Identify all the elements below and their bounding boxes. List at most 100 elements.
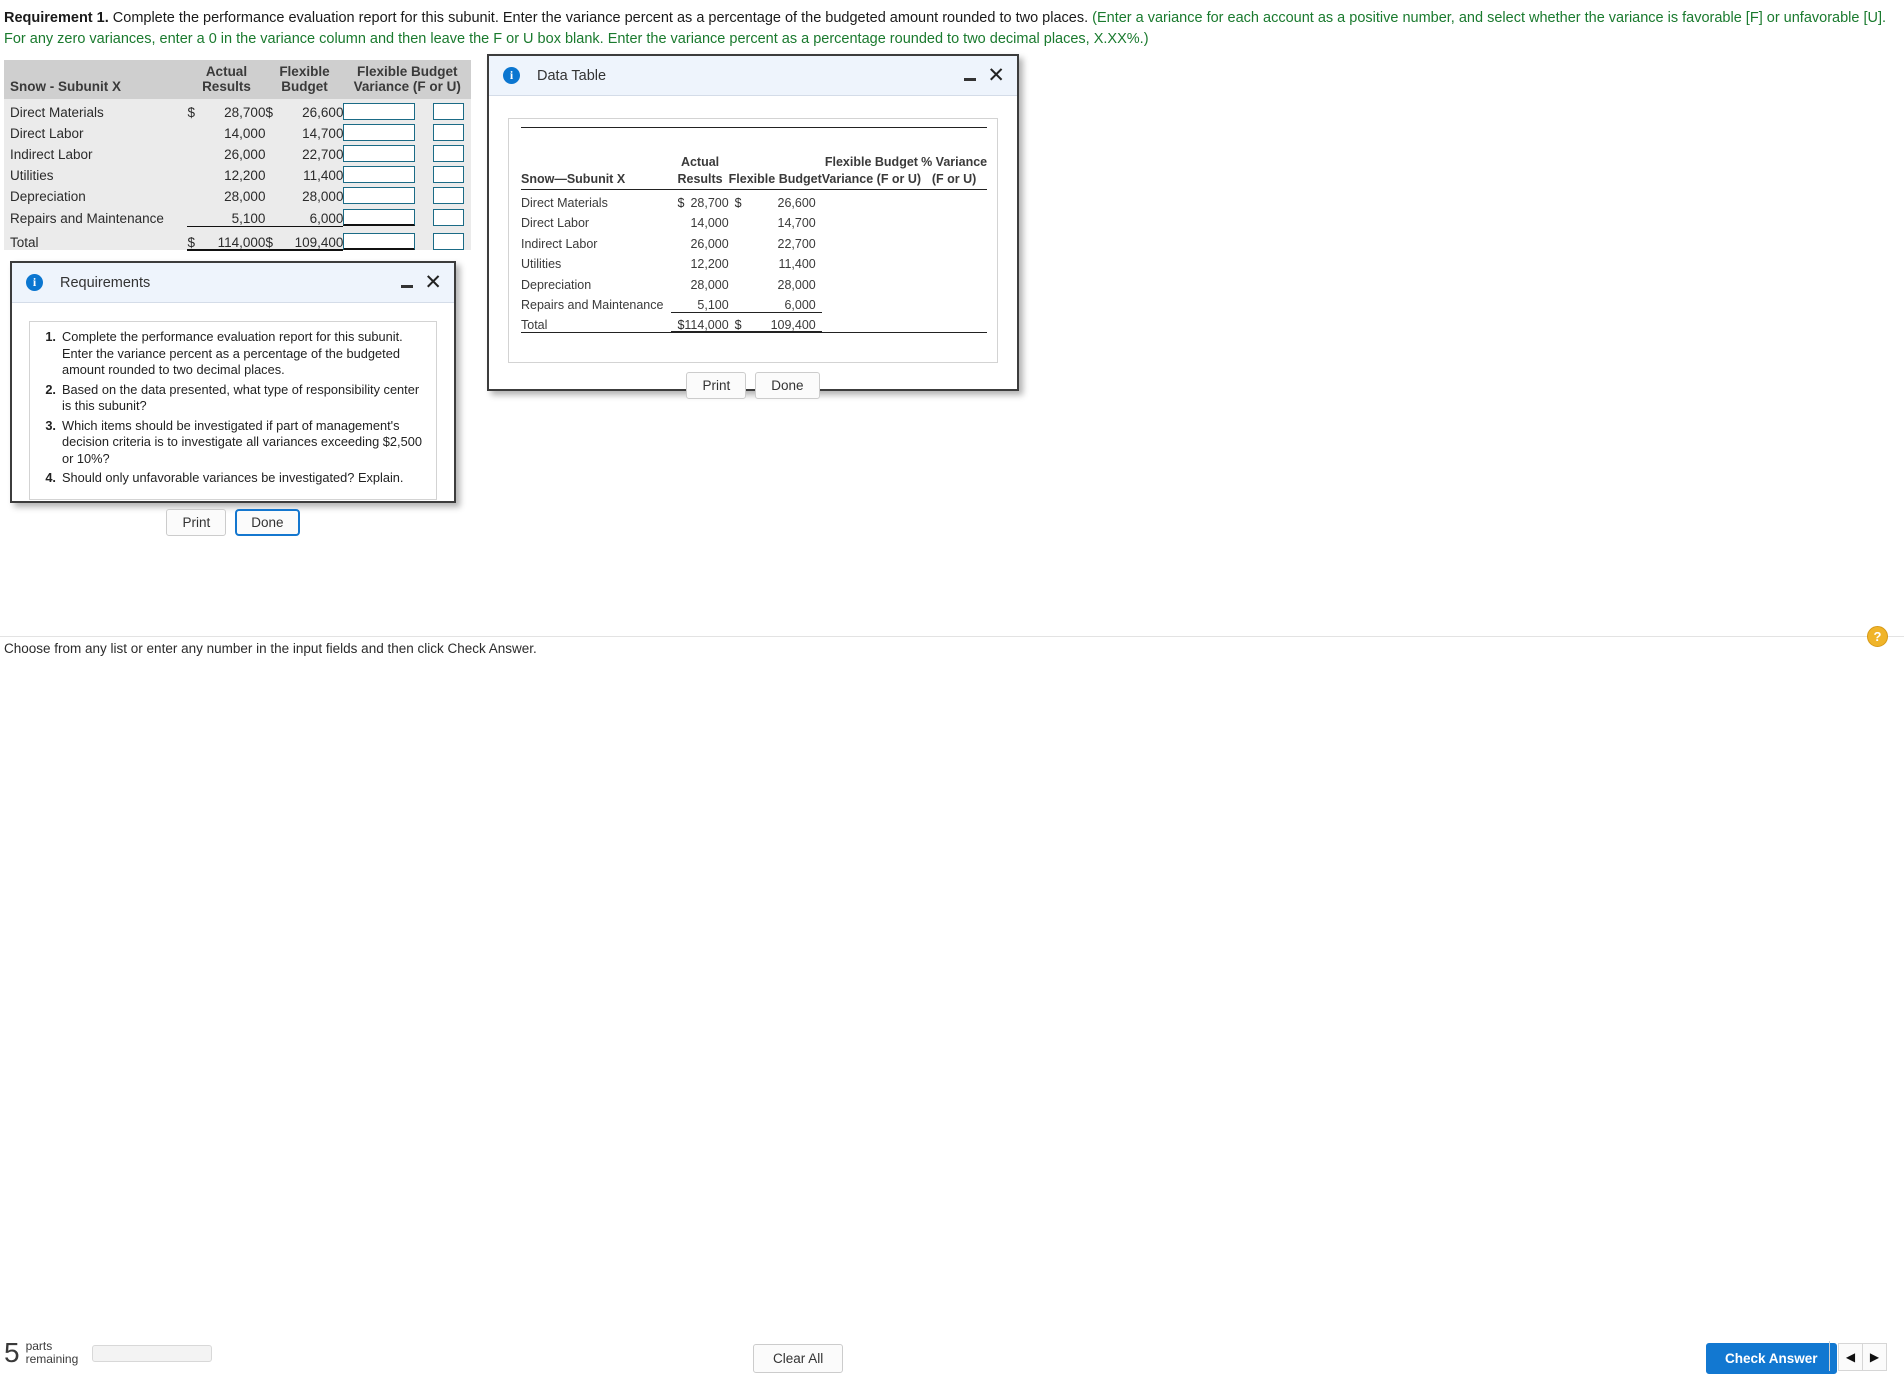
fu-input[interactable]	[432, 187, 464, 204]
variance-input[interactable]	[343, 103, 416, 120]
dt-row-actual-currency: $	[671, 312, 685, 333]
requirements-dialog-footer: Print Done	[12, 500, 454, 550]
dt-row-pct-value	[921, 189, 987, 210]
table-row: Depreciation 28,000 28,000	[4, 183, 471, 204]
row-actual-value: 28,000	[224, 189, 266, 204]
row-flex-value: 26,600	[302, 105, 344, 120]
requirement-number: 1.	[45, 329, 56, 344]
row-flex-currency	[265, 141, 279, 162]
previous-part-button[interactable]: ◀	[1838, 1343, 1863, 1371]
dt-header-flexbudget-bottom: Flexible Budget	[728, 168, 822, 190]
list-item: 3. Which items should be investigated if…	[36, 418, 426, 468]
dt-row-pct-value	[921, 292, 987, 313]
dt-header-variance-bottom: Variance (F or U)	[821, 168, 922, 190]
fu-input[interactable]	[432, 209, 464, 226]
data-table-header-top: Actual Flexible Budget % Variance	[521, 148, 987, 169]
requirements-dialog-titlebar[interactable]: i Requirements ✕	[12, 263, 454, 303]
dt-row-flex-value: 11,400	[778, 257, 816, 271]
print-button[interactable]: Print	[686, 372, 747, 399]
data-table-dialog-footer: Print Done	[489, 363, 1017, 413]
fu-input[interactable]	[432, 166, 464, 183]
variance-input[interactable]	[343, 166, 416, 183]
header-variance-bottom: Variance (F or U)	[343, 79, 471, 99]
dt-row-flex-value: 22,700	[777, 236, 816, 251]
parts-remaining: 5 parts remaining	[4, 1339, 213, 1367]
help-icon[interactable]: ?	[1867, 626, 1888, 647]
dt-header-variance-top: Flexible Budget	[824, 154, 918, 169]
requirements-dialog: i Requirements ✕ 1. Complete the perform…	[10, 261, 456, 536]
fu-input-total[interactable]	[432, 233, 464, 250]
info-icon: i	[26, 274, 43, 291]
dt-row-variance-value	[822, 271, 921, 292]
done-button[interactable]: Done	[235, 508, 300, 536]
dt-header-pct-bottom: (F or U)	[921, 168, 988, 190]
reference-data-table: Actual Flexible Budget % Variance Snow—S…	[521, 127, 988, 353]
clear-all-button[interactable]: Clear All	[753, 1344, 844, 1373]
fu-input[interactable]	[432, 103, 464, 120]
table-row: Indirect Labor 26,000 22,700	[521, 230, 987, 251]
row-actual-currency: $	[187, 105, 195, 120]
dt-row-actual-currency	[671, 291, 685, 313]
check-answer-button[interactable]: Check Answer	[1706, 1343, 1837, 1374]
requirement-number: 3.	[45, 417, 56, 433]
row-actual-currency: $	[187, 226, 202, 251]
data-table-bottom-rule	[521, 332, 988, 353]
variance-input[interactable]	[343, 187, 416, 204]
table-row: Indirect Labor 26,000 22,700	[4, 141, 471, 162]
dt-row-variance-value	[822, 292, 921, 313]
dt-header-corner-blank	[521, 148, 671, 169]
data-table-frame: Actual Flexible Budget % Variance Snow—S…	[508, 118, 998, 363]
worksheet-body: Direct Materials $ 28,700 $ 26,600 Direc…	[4, 99, 471, 251]
dt-row-label: Direct Materials	[521, 195, 608, 210]
variance-input-total[interactable]	[343, 233, 416, 250]
row-flex-currency	[265, 183, 279, 204]
dt-row-flex-value: 6,000	[744, 291, 822, 313]
table-row: Depreciation 28,000 28,000	[521, 271, 987, 292]
header-variance-top: Flexible Budget	[343, 60, 471, 79]
dt-row-variance-value	[822, 230, 921, 251]
nav-separator	[1829, 1341, 1830, 1371]
worksheet-header-top-row: Actual Flexible Flexible Budget	[4, 60, 471, 79]
table-row: Direct Materials $ 28,700 $ 26,600	[4, 99, 471, 120]
parts-remaining-label: parts remaining	[26, 1340, 79, 1366]
variance-input[interactable]	[343, 209, 416, 226]
close-icon[interactable]: ✕	[987, 65, 1005, 86]
requirements-list: 1. Complete the performance evaluation r…	[36, 329, 426, 487]
row-actual-currency	[187, 183, 201, 204]
table-row: Utilities 12,200 11,400	[4, 162, 471, 183]
dt-row-actual-value: 114,000	[684, 312, 729, 333]
dt-row-flex-currency	[728, 291, 745, 313]
table-row-total: Total $ 114,000 $ 109,400	[4, 226, 471, 251]
row-actual-value: 14,000	[224, 126, 266, 141]
dt-row-flex-value: 109,400	[744, 312, 822, 333]
dt-row-actual-value: 26,000	[690, 236, 729, 251]
minimize-icon[interactable]	[400, 276, 414, 290]
row-label: Direct Labor	[10, 126, 84, 141]
parts-label-line2: remaining	[25, 1352, 79, 1366]
data-table-top-rule	[521, 127, 988, 148]
minimize-icon[interactable]	[963, 69, 977, 83]
data-table-dialog-body: Actual Flexible Budget % Variance Snow—S…	[489, 118, 1017, 413]
dt-row-flex-currency: $	[728, 312, 745, 333]
row-actual-value: 114,000	[201, 226, 266, 251]
dt-row-label: Total	[521, 318, 548, 332]
fu-input[interactable]	[432, 124, 464, 141]
requirement-text: Should only unfavorable variances be inv…	[62, 470, 404, 485]
dt-row-flex-currency	[729, 210, 745, 231]
variance-input[interactable]	[343, 124, 416, 141]
variance-input[interactable]	[343, 145, 416, 162]
close-icon[interactable]: ✕	[424, 272, 442, 293]
data-table-dialog-titlebar[interactable]: i Data Table ✕	[489, 56, 1017, 96]
dt-row-variance-value	[822, 189, 921, 210]
dt-row-variance-value	[822, 210, 921, 231]
requirement-text: Which items should be investigated if pa…	[62, 417, 422, 466]
dt-row-actual-value: 14,000	[690, 216, 729, 230]
footer-bar: 5 parts remaining Clear All Check Answer…	[0, 665, 1904, 1374]
done-button[interactable]: Done	[755, 372, 820, 399]
dt-row-flex-value: 14,700	[777, 216, 816, 230]
dt-row-label: Depreciation	[521, 277, 592, 292]
print-button[interactable]: Print	[166, 508, 227, 536]
row-flex-currency	[265, 162, 279, 183]
fu-input[interactable]	[432, 145, 464, 162]
next-part-button[interactable]: ▶	[1863, 1343, 1887, 1371]
